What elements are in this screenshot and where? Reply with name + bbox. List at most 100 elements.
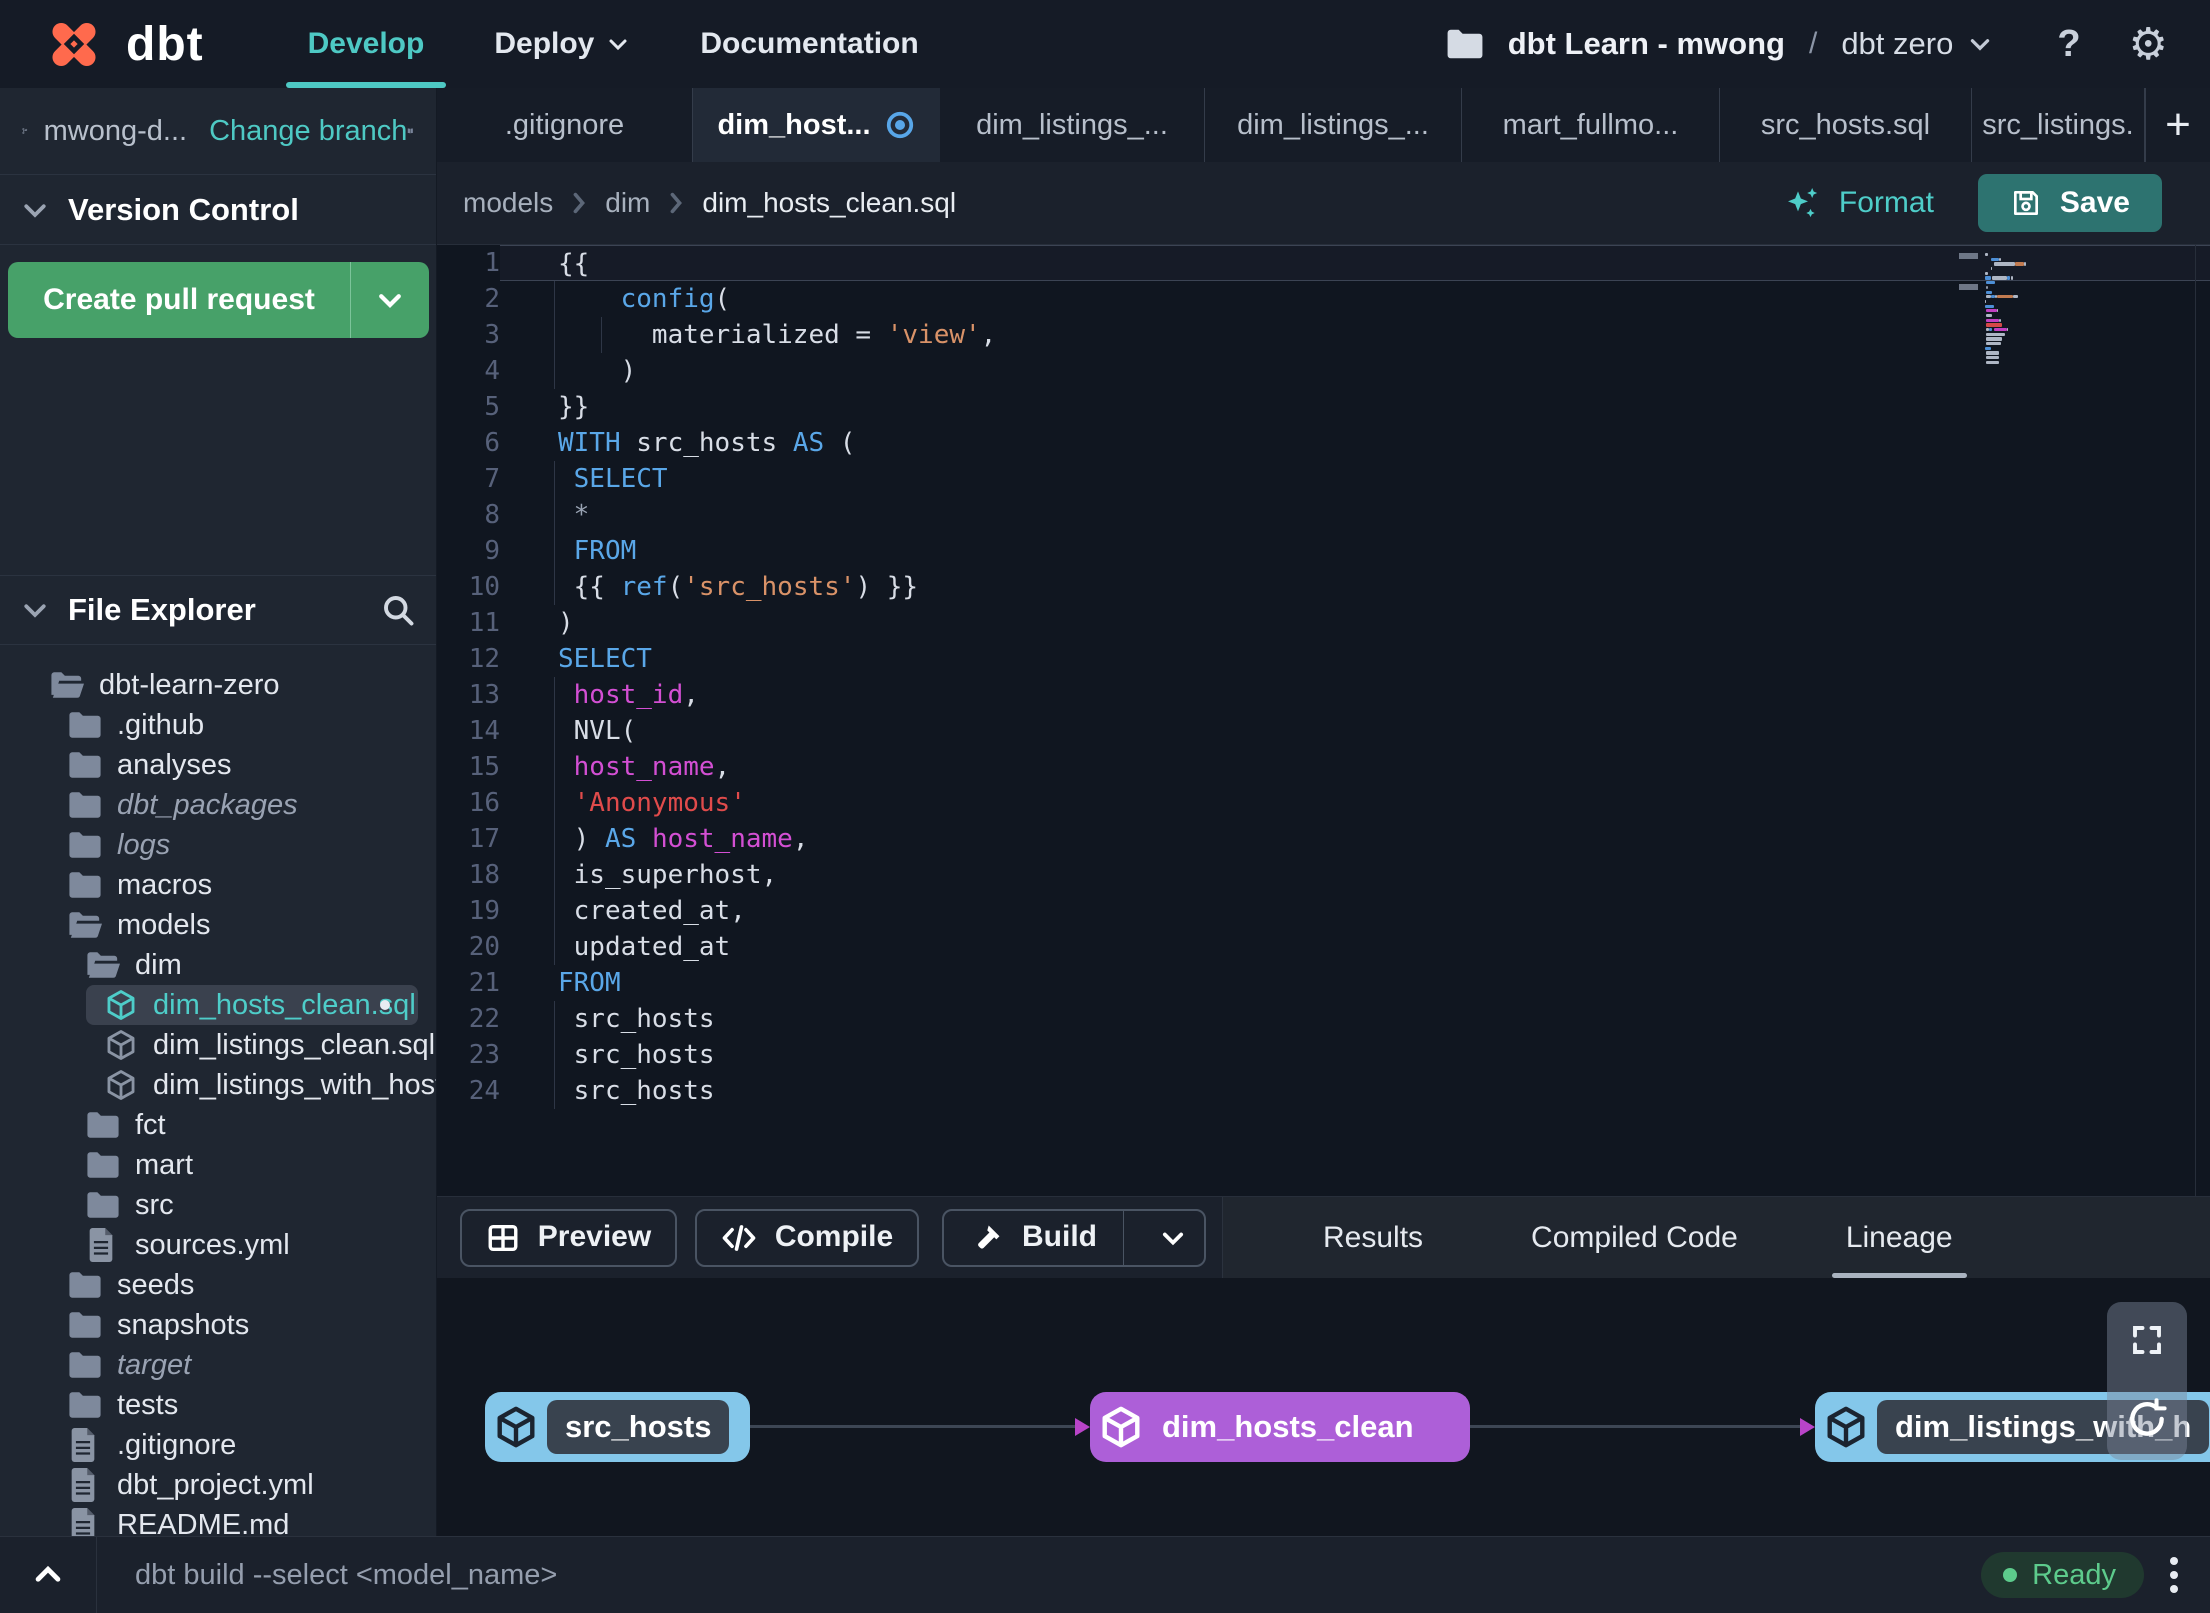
format-button[interactable]: Format [1783,183,1934,223]
dbt-logo[interactable]: dbt [36,11,204,77]
refresh-icon[interactable] [2125,1397,2169,1441]
code-line-18[interactable]: 18 is_superhost, [437,857,2210,893]
compile-button[interactable]: Compile [695,1208,919,1267]
code-line-20[interactable]: 20 updated_at [437,929,2210,965]
tree-item-src[interactable]: src [0,1185,436,1225]
book-icon[interactable] [407,114,414,148]
tab-src-listings.[interactable]: src_listings. [1972,88,2145,162]
tab-dim-listings-...[interactable]: dim_listings_... [940,88,1205,162]
project-selector[interactable]: dbt Learn - mwong / dbt zero ? ⚙ [1446,19,2168,70]
code-line-8[interactable]: 8 * [437,497,2210,533]
kebab-menu-icon[interactable] [2170,1557,2178,1593]
tree-item-macros[interactable]: macros [0,865,436,905]
tab-label: dim_host... [717,108,871,141]
tree-item-models[interactable]: models [0,905,436,945]
create-pull-request-label[interactable]: Create pull request [8,262,351,338]
tree-item-readme.md[interactable]: README.md [0,1505,436,1536]
code-line-3[interactable]: 3 materialized = 'view', [437,317,2210,353]
tab-dim-listings-...[interactable]: dim_listings_... [1205,88,1462,162]
code-line-12[interactable]: 12 SELECT [437,641,2210,677]
create-pull-request-button[interactable]: Create pull request [8,262,429,338]
tree-item-dim[interactable]: dim [0,945,436,985]
line-number: 1 [484,248,500,278]
preview-button[interactable]: Preview [460,1208,677,1267]
tree-item-dbt-packages[interactable]: dbt_packages [0,785,436,825]
panel-tab-results[interactable]: Results [1323,1197,1423,1278]
new-tab-button[interactable]: + [2145,88,2210,162]
tree-item-dbt-project.yml[interactable]: dbt_project.yml [0,1465,436,1505]
logo-text: dbt [126,17,204,71]
tree-item-mart[interactable]: mart [0,1145,436,1185]
help-icon[interactable]: ? [2057,23,2080,66]
tree-item-dbt-learn-zero[interactable]: dbt-learn-zero [0,665,436,705]
version-control-header[interactable]: Version Control [0,175,436,245]
tree-item-.github[interactable]: .github [0,705,436,745]
tree-item-dim-listings-with-hosts...[interactable]: dim_listings_with_hosts... [0,1065,436,1105]
code-line-11[interactable]: 11) [437,605,2210,641]
code-line-13[interactable]: 13 host_id, [437,677,2210,713]
tree-item-snapshots[interactable]: snapshots [0,1305,436,1345]
tree-item-dim-hosts-clean.sql[interactable]: dim_hosts_clean.sql [0,985,436,1025]
editor-scrollbar[interactable] [2195,245,2196,1196]
code-line-23[interactable]: 23 src_hosts [437,1037,2210,1073]
tree-item-sources.yml[interactable]: sources.yml [0,1225,436,1265]
tree-item-.gitignore[interactable]: .gitignore [0,1425,436,1465]
code-line-21[interactable]: 21 FROM [437,965,2210,1001]
code-line-4[interactable]: 4 ) [437,353,2210,389]
breadcrumb-dim[interactable]: dim [605,187,650,219]
code-line-9[interactable]: 9 FROM [437,533,2210,569]
command-input[interactable]: dbt build --select <model_name> [135,1559,557,1592]
code-line-14[interactable]: 14 NVL( [437,713,2210,749]
save-button[interactable]: Save [1977,174,2162,232]
save-icon [2013,191,2038,215]
tab-.gitignore[interactable]: .gitignore [437,88,693,162]
tree-item-tests[interactable]: tests [0,1385,436,1425]
build-button-main[interactable]: Build [944,1210,1124,1265]
panel-tab-compiled-code[interactable]: Compiled Code [1531,1197,1738,1278]
version-control-body: Create pull request [0,245,436,575]
code-line-24[interactable]: 24 src_hosts [437,1073,2210,1109]
tree-item-dim-listings-clean.sql[interactable]: dim_listings_clean.sql [0,1025,436,1065]
code-line-17[interactable]: 17 ) AS host_name, [437,821,2210,857]
create-pull-request-dropdown[interactable] [351,262,429,338]
lineage-canvas[interactable]: src_hosts dim_hosts_clean dim_listings_wit… [437,1278,2210,1536]
code-line-22[interactable]: 22 src_hosts [437,1001,2210,1037]
breadcrumb-models[interactable]: models [463,187,553,219]
nav-deploy[interactable]: Deploy [470,0,654,88]
code-line-15[interactable]: 15 host_name, [437,749,2210,785]
editor-minimap[interactable] [1959,253,2115,366]
editor-pane: .gitignore dim_host... dim_listings_... dim… [437,88,2210,1536]
tree-item-logs[interactable]: logs [0,825,436,865]
line-number: 20 [468,932,500,962]
search-icon[interactable] [380,592,416,628]
code-line-19[interactable]: 19 created_at, [437,893,2210,929]
code-editor[interactable]: 1{{2 config(3 materialized = 'view', 4 ) 5… [437,244,2210,1196]
change-branch-link[interactable]: Change branch [209,115,407,148]
tree-item-fct[interactable]: fct [0,1105,436,1145]
nav-documentation[interactable]: Documentation [676,0,942,88]
build-button[interactable]: Build [942,1208,1206,1267]
tab-mart-fullmo...[interactable]: mart_fullmo... [1462,88,1720,162]
expand-command-bar-button[interactable] [0,1537,97,1613]
lineage-node-dim-hosts-clean[interactable]: dim_hosts_clean [1090,1392,1470,1462]
fullscreen-icon[interactable] [2129,1322,2165,1358]
code-line-6[interactable]: 6 WITH src_hosts AS ( [437,425,2210,461]
code-line-7[interactable]: 7 SELECT [437,461,2210,497]
panel-tab-lineage[interactable]: Lineage [1831,1197,1967,1278]
gear-icon[interactable]: ⚙ [2129,19,2168,70]
file-explorer-header[interactable]: File Explorer [0,575,436,645]
tree-item-analyses[interactable]: analyses [0,745,436,785]
code-line-10[interactable]: 10 {{ ref('src_hosts') }} [437,569,2210,605]
code-line-16[interactable]: 16 'Anonymous' [437,785,2210,821]
code-line-1[interactable]: 1{{ [437,245,2210,281]
lineage-node-src-hosts[interactable]: src_hosts [485,1392,750,1462]
code-line-2[interactable]: 2 config( [437,281,2210,317]
tree-item-target[interactable]: target [0,1345,436,1385]
chevron-right-icon [670,192,683,214]
tree-item-seeds[interactable]: seeds [0,1265,436,1305]
code-line-5[interactable]: 5}} [437,389,2210,425]
tab-dim-host...[interactable]: dim_host... [693,88,940,162]
tab-src-hosts.sql[interactable]: src_hosts.sql [1720,88,1972,162]
nav-develop[interactable]: Develop [284,0,449,88]
build-dropdown[interactable] [1142,1211,1204,1265]
